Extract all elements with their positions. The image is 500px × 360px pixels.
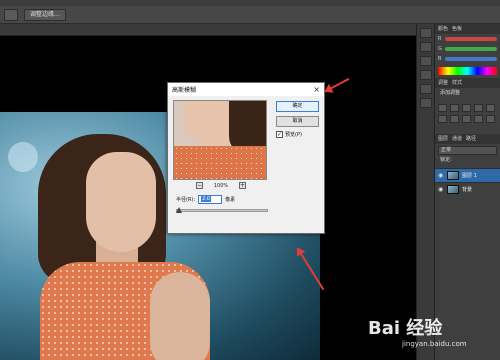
panel-icon-strip	[416, 24, 434, 360]
layer-name: 图层 1	[462, 173, 477, 179]
watermark-url: jingyan.baidu.com	[402, 340, 467, 348]
slider-label: G	[438, 46, 442, 52]
history-icon[interactable]	[420, 28, 432, 38]
dialog-titlebar: 高斯模糊 ×	[168, 83, 324, 96]
tab-adjustments[interactable]: 调整	[438, 78, 448, 88]
dialog-title: 高斯模糊	[172, 87, 197, 94]
mixer-icon[interactable]	[486, 115, 495, 123]
tab-swatches[interactable]: 色板	[452, 24, 462, 34]
red-slider[interactable]	[445, 37, 497, 41]
options-bar: 调整边缘...	[0, 6, 500, 24]
zoom-in-button[interactable]: +	[238, 182, 246, 189]
cancel-button[interactable]: 取消	[276, 116, 319, 127]
gaussian-blur-dialog: 高斯模糊 × − 100% + 确定 取消 ✓ 预览(P) 半径(R): 2.0…	[167, 82, 325, 234]
blend-mode-select[interactable]: 正常	[438, 146, 497, 155]
layers-panel-tabs: 图层 通道 路径	[435, 134, 500, 144]
adjust-panel-tabs: 调整 样式	[435, 78, 500, 88]
baidu-watermark: Bai 经验 jingyan.baidu.com	[368, 314, 498, 358]
layer-row[interactable]: ◉ 背景	[435, 182, 500, 196]
character-icon[interactable]	[420, 56, 432, 66]
adjustment-icons	[435, 101, 500, 126]
preview-label: 预览(P)	[285, 132, 302, 138]
slider-label: B	[438, 56, 442, 62]
balance-icon[interactable]	[450, 115, 459, 123]
preview-checkbox[interactable]: ✓ 预览(P)	[276, 131, 302, 138]
properties-icon[interactable]	[420, 84, 432, 94]
layer-row[interactable]: ◉ 图层 1	[435, 168, 500, 182]
tab-paths[interactable]: 路径	[466, 134, 476, 144]
lock-label: 锁定:	[440, 157, 452, 163]
blue-slider[interactable]	[445, 57, 497, 61]
face	[86, 152, 156, 252]
document-tabs	[0, 24, 416, 36]
tool-preset-icon[interactable]	[4, 8, 18, 21]
color-panel-tabs: 颜色 色板	[435, 24, 500, 34]
arm	[150, 272, 210, 360]
levels-icon[interactable]	[450, 104, 459, 112]
brush-panel-icon[interactable]	[420, 42, 432, 52]
vibrance-icon[interactable]	[486, 104, 495, 112]
tab-layers[interactable]: 图层	[438, 134, 448, 144]
exposure-icon[interactable]	[474, 104, 483, 112]
ok-button[interactable]: 确定	[276, 101, 319, 112]
brightness-icon[interactable]	[438, 104, 447, 112]
refine-edge-button[interactable]: 调整边缘...	[24, 8, 66, 21]
tab-styles[interactable]: 样式	[452, 78, 462, 88]
photoshop-window: 调整边缘... 颜色 色板 R G B 调整 样式 添加调整 图层 通道 路径 …	[0, 0, 500, 360]
radius-unit: 像素	[225, 197, 236, 203]
slider-label: R	[438, 36, 442, 42]
curves-icon[interactable]	[462, 104, 471, 112]
filter-preview[interactable]	[173, 100, 267, 180]
paragraph-icon[interactable]	[420, 70, 432, 80]
tab-color[interactable]: 颜色	[438, 24, 448, 34]
hue-icon[interactable]	[438, 115, 447, 123]
slider-g[interactable]: G	[435, 44, 500, 54]
preview-dress	[174, 146, 266, 179]
photo-filter-icon[interactable]	[474, 115, 483, 123]
eye-icon[interactable]: ◉	[438, 186, 444, 193]
right-panels: 颜色 色板 R G B 调整 样式 添加调整 图层 通道 路径 正常 锁定: ◉…	[434, 24, 500, 360]
color-spectrum[interactable]	[438, 67, 497, 75]
radius-slider-handle[interactable]	[176, 207, 182, 213]
tab-channels[interactable]: 通道	[452, 134, 462, 144]
zoom-out-button[interactable]: −	[196, 182, 203, 189]
slider-b[interactable]: B	[435, 54, 500, 64]
checkbox[interactable]: ✓	[276, 131, 283, 138]
radius-input[interactable]: 2.0	[198, 195, 223, 204]
zoom-controls: − 100% +	[196, 182, 246, 189]
slider-r[interactable]: R	[435, 34, 500, 44]
close-icon[interactable]: ×	[313, 85, 320, 94]
radius-label: 半径(R):	[176, 197, 196, 203]
watermark-logo: Bai 经验	[368, 318, 443, 339]
bokeh-light	[8, 142, 38, 172]
radius-row: 半径(R): 2.0 像素	[176, 195, 235, 204]
layer-name: 背景	[462, 187, 473, 193]
zoom-level: 100%	[213, 182, 229, 189]
radius-slider-track[interactable]	[176, 209, 268, 212]
bw-icon[interactable]	[462, 115, 471, 123]
adjust-title: 添加调整	[440, 90, 461, 96]
layer-thumbnail	[447, 185, 459, 194]
layer-thumbnail	[447, 171, 459, 180]
eye-icon[interactable]: ◉	[438, 172, 444, 179]
info-icon[interactable]	[420, 98, 432, 108]
radius-value: 2.0	[201, 196, 212, 202]
green-slider[interactable]	[445, 47, 497, 51]
